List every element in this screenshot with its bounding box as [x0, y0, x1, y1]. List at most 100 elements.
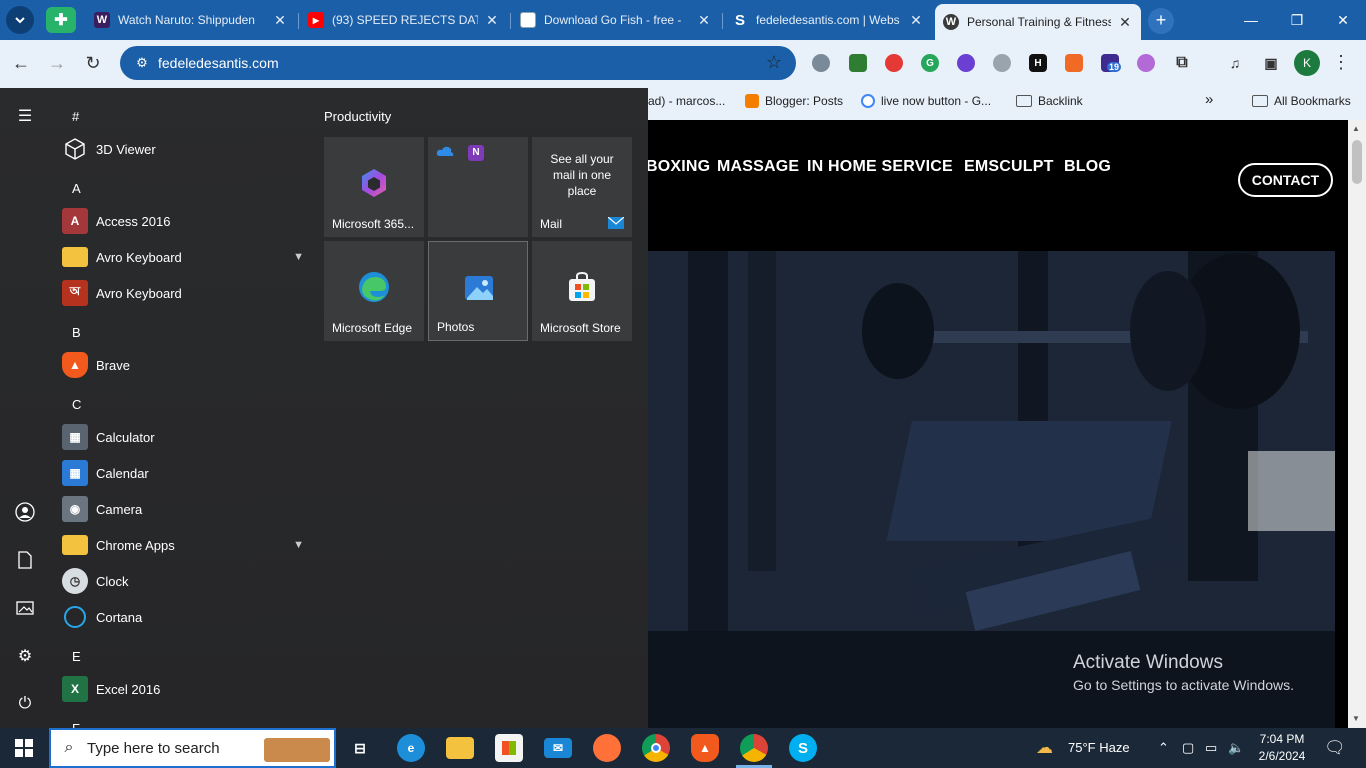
close-icon[interactable]: ✕	[1117, 14, 1133, 31]
app-calendar[interactable]: ▦ Calendar	[62, 455, 310, 491]
media-control-icon[interactable]: ♫	[1226, 54, 1244, 72]
app-avro-keyboard[interactable]: অ Avro Keyboard	[62, 275, 310, 311]
task-view-icon[interactable]: ⊟	[346, 734, 374, 762]
touchpad-icon[interactable]: ▢	[1182, 740, 1194, 756]
tab-personal-training[interactable]: W Personal Training & Fitness ✕	[935, 4, 1141, 40]
settings-gear-icon[interactable]: ⚙	[13, 644, 37, 668]
app-chrome-apps-folder[interactable]: Chrome Apps ▼	[62, 527, 310, 563]
address-bar[interactable]: ⚙ fedeledesantis.com ☆	[120, 46, 796, 80]
tile-microsoft-store[interactable]: Microsoft Store	[532, 241, 632, 341]
tile-photos[interactable]: Photos	[428, 241, 528, 341]
file-explorer-icon[interactable]	[446, 737, 474, 759]
skype-icon[interactable]: S	[789, 734, 817, 762]
store-taskbar-icon[interactable]	[495, 734, 523, 762]
taskbar-search-box[interactable]: ⌕ Type here to search	[49, 728, 336, 768]
section-letter[interactable]: B	[72, 325, 81, 340]
section-letter[interactable]: A	[72, 181, 81, 196]
tab-naruto[interactable]: W Watch Naruto: Shippuden ✕	[86, 6, 296, 34]
tab-seo[interactable]: S fedeledesantis.com | Webs ✕	[724, 6, 932, 34]
firefox-icon[interactable]	[593, 734, 621, 762]
app-avro-keyboard-folder[interactable]: Avro Keyboard ▼	[62, 239, 310, 275]
search-placeholder[interactable]: Type here to search	[87, 740, 220, 757]
scroll-up-icon[interactable]: ▲	[1352, 124, 1360, 133]
extension-cap-icon[interactable]: 19	[1101, 54, 1122, 72]
pictures-icon[interactable]	[13, 596, 37, 620]
power-icon[interactable]: ⏻	[13, 692, 37, 716]
chrome-profile-taskbar-icon[interactable]	[740, 734, 768, 762]
bookmark-star-icon[interactable]: ☆	[766, 52, 782, 73]
tile-microsoft-365[interactable]: Microsoft 365...	[324, 137, 424, 237]
window-close-button[interactable]: ✕	[1320, 0, 1366, 40]
minimize-button[interactable]: —	[1228, 0, 1274, 40]
nav-blog[interactable]: BLOG	[1064, 158, 1111, 176]
close-icon[interactable]: ✕	[272, 12, 288, 29]
extension-orange-icon[interactable]	[1065, 54, 1083, 72]
close-icon[interactable]: ✕	[908, 12, 924, 29]
page-scrollbar[interactable]: ▲ ▼	[1348, 120, 1366, 728]
section-letter[interactable]: F	[72, 721, 80, 728]
extension-green-icon[interactable]	[849, 54, 867, 72]
taskbar-clock[interactable]: 7:04 PM 2/6/2024	[1252, 731, 1312, 765]
search-highlight-icon[interactable]	[264, 738, 330, 762]
section-letter[interactable]: E	[72, 649, 81, 664]
scrollbar-thumb[interactable]	[1352, 140, 1362, 184]
extension-grey-icon[interactable]	[993, 54, 1011, 72]
edge-taskbar-icon[interactable]: e	[397, 734, 425, 762]
tile-onedrive-onenote[interactable]: N	[428, 137, 528, 237]
stop-extension-icon[interactable]	[885, 54, 903, 72]
volume-icon[interactable]: 🔈	[1228, 740, 1244, 756]
tab-go-fish[interactable]: Download Go Fish - free - ✕	[512, 6, 720, 34]
forward-arrow-icon[interactable]: →	[44, 50, 70, 76]
back-arrow-icon[interactable]: ←	[8, 50, 34, 76]
nav-boxing[interactable]: BOXING	[646, 158, 710, 176]
app-excel-2016[interactable]: X Excel 2016	[62, 671, 310, 707]
grammarly-icon[interactable]: G	[921, 54, 939, 72]
tile-microsoft-edge[interactable]: Microsoft Edge	[324, 241, 424, 341]
menu-kebab-icon[interactable]: ⋮	[1332, 52, 1350, 73]
notification-icon[interactable]: 🗨	[1324, 738, 1346, 758]
network-icon[interactable]: ▭	[1205, 740, 1217, 756]
extensions-puzzle-icon[interactable]: ⧉	[1173, 54, 1191, 72]
weather-text[interactable]: 75°F Haze	[1068, 740, 1130, 755]
user-account-icon[interactable]	[13, 500, 37, 524]
tab-youtube[interactable]: ▶ (93) SPEED REJECTS DATE ✕	[300, 6, 508, 34]
tile-mail[interactable]: See all your mail in one place Mail	[532, 137, 632, 237]
app-cortana[interactable]: Cortana	[62, 599, 310, 635]
new-tab-button[interactable]: +	[1148, 8, 1174, 34]
app-brave[interactable]: ▲ Brave	[62, 347, 310, 383]
nav-in-home-service[interactable]: IN HOME SERVICE	[807, 158, 953, 176]
h-extension-icon[interactable]: H	[1029, 54, 1047, 72]
bookmark-backlink[interactable]: Backlink	[1016, 94, 1083, 108]
tab-search-button[interactable]	[6, 6, 34, 34]
reload-icon[interactable]: ↻	[80, 50, 106, 76]
chevron-down-icon[interactable]: ▼	[293, 539, 304, 551]
extension-purple-icon[interactable]	[1137, 54, 1155, 72]
bookmark-google[interactable]: live now button - G...	[861, 94, 991, 108]
close-icon[interactable]: ✕	[696, 12, 712, 29]
weather-icon[interactable]: ☁	[1036, 738, 1053, 758]
nav-massage[interactable]: MASSAGE	[717, 158, 799, 176]
app-access-2016[interactable]: A Access 2016	[62, 203, 310, 239]
side-panel-icon[interactable]: ▣	[1262, 54, 1280, 72]
restore-button[interactable]: ❐	[1274, 0, 1320, 40]
contact-button[interactable]: CONTACT	[1238, 163, 1333, 197]
app-clock[interactable]: ◷ Clock	[62, 563, 310, 599]
close-icon[interactable]: ✕	[484, 12, 500, 29]
profile-avatar[interactable]: K	[1294, 50, 1320, 76]
chrome-taskbar-icon[interactable]	[642, 734, 670, 762]
bookmark-blogger[interactable]: Blogger: Posts	[745, 94, 843, 108]
globe-extension-icon[interactable]	[812, 54, 830, 72]
app-camera[interactable]: ◉ Camera	[62, 491, 310, 527]
start-button[interactable]	[0, 728, 48, 768]
chevron-down-icon[interactable]: ▼	[293, 251, 304, 263]
app-calculator[interactable]: ▦ Calculator	[62, 419, 310, 455]
mail-taskbar-icon[interactable]: ✉	[544, 738, 572, 758]
bookmark-item[interactable]: ad) - marcos...	[648, 94, 725, 108]
tab-group-chip[interactable]: ✚	[46, 7, 76, 33]
bookmarks-overflow-button[interactable]: »	[1205, 91, 1213, 108]
tray-overflow-chevron-icon[interactable]: ⌃	[1158, 740, 1169, 756]
app-3d-viewer[interactable]: 3D Viewer	[62, 131, 310, 167]
documents-icon[interactable]	[13, 548, 37, 572]
section-letter[interactable]: #	[72, 109, 79, 124]
url-text[interactable]: fedeledesantis.com	[158, 55, 279, 71]
